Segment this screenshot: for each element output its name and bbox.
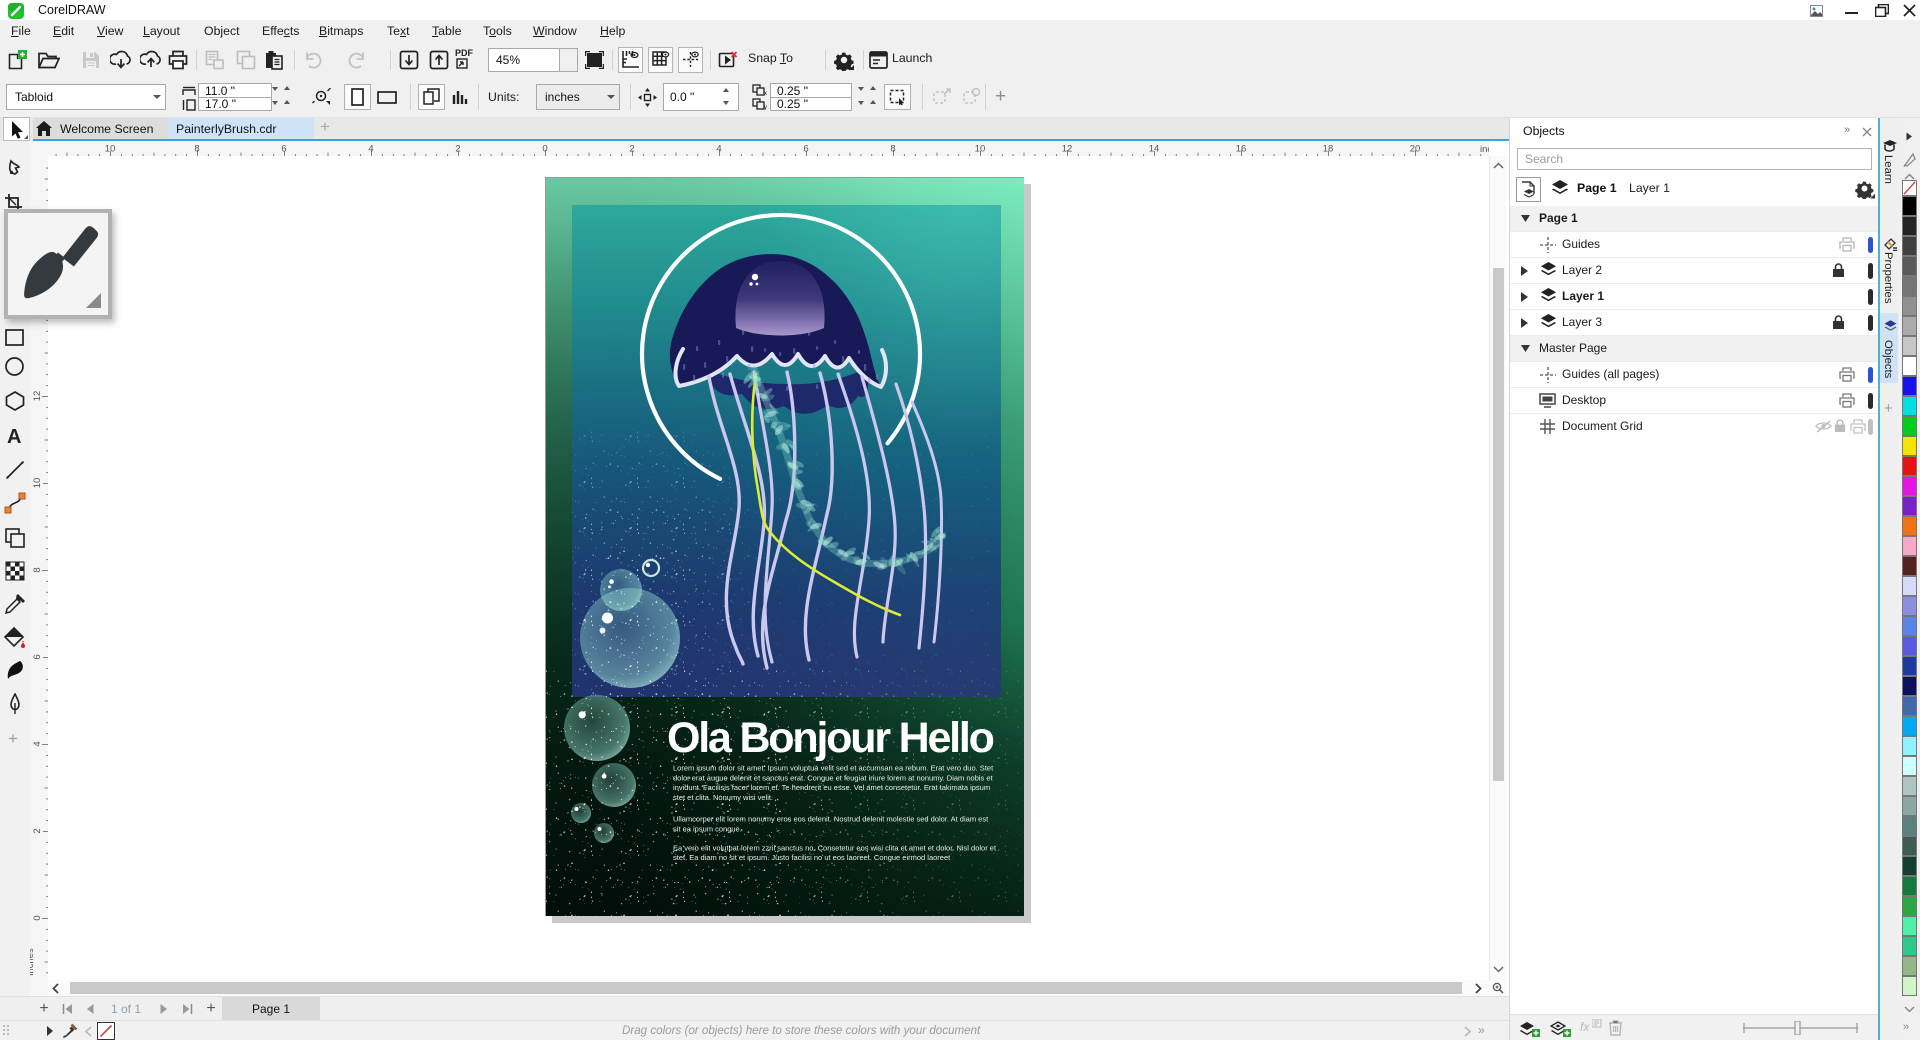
svg-text:8: 8 [890,144,895,155]
svg-text:Ola Bonjour Hello: Ola Bonjour Hello [667,714,994,762]
svg-text:Ullamcorper elit lorem nonumy: Ullamcorper elit lorem nonumy eros eos d… [673,815,989,824]
svg-text:dolor erat augue delenit et sa: dolor erat augue delenit et sanctus erat… [673,773,994,782]
svg-text:10: 10 [105,144,116,155]
svg-text:14: 14 [1149,144,1160,155]
svg-text:0: 0 [32,915,43,920]
svg-text:x: x [764,91,767,96]
svg-text:A: A [7,426,21,447]
svg-text:20: 20 [1410,144,1421,155]
svg-text:6: 6 [281,144,286,155]
svg-text:6: 6 [803,144,808,155]
svg-text:10: 10 [32,478,43,489]
svg-text:8: 8 [32,567,43,572]
svg-text:invidunt. Facilisis facer lore: invidunt. Facilisis facer lorem et. Te h… [673,783,990,792]
svg-text:2: 2 [455,144,460,155]
svg-text:inches: inches [30,948,36,976]
svg-text:6: 6 [32,654,43,659]
svg-text:12: 12 [32,391,43,402]
svg-text:inches: inches [1480,144,1489,155]
svg-text:18: 18 [1323,144,1334,155]
svg-text:2: 2 [32,828,43,833]
svg-text:0: 0 [542,144,547,155]
svg-text:8: 8 [194,144,199,155]
svg-text:4: 4 [32,741,43,746]
svg-text:12: 12 [1062,144,1073,155]
svg-text:2: 2 [629,144,634,155]
svg-text:sit ea ipsum congue.: sit ea ipsum congue. [673,825,742,834]
svg-text:10: 10 [975,144,986,155]
svg-text:stet et clita. Nonumy wisi vel: stet et clita. Nonumy wisi velit. [673,793,773,802]
svg-text:4: 4 [368,144,373,155]
svg-text:y: y [764,105,767,110]
svg-text:Ea vero elit volutpat lorem zz: Ea vero elit volutpat lorem zzril sanctu… [673,843,997,852]
svg-text:Lorem ipsum dolor sit amet. Ip: Lorem ipsum dolor sit amet. Ipsum volupt… [673,764,994,773]
svg-text:16: 16 [1236,144,1247,155]
svg-text:4: 4 [716,144,721,155]
svg-text:stet. Ea diam no sit et ipsum.: stet. Ea diam no sit et ipsum. Justo fac… [673,853,951,862]
